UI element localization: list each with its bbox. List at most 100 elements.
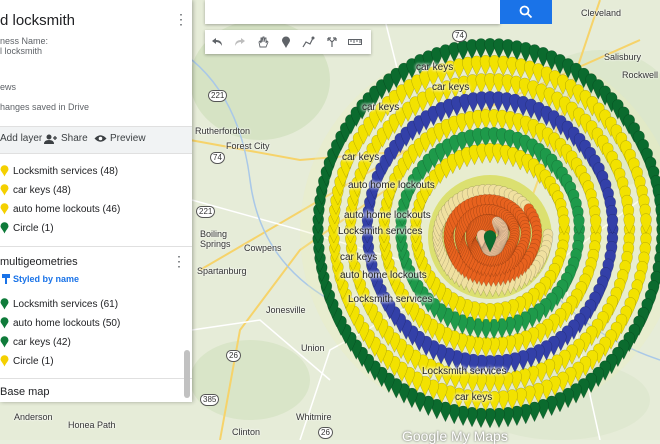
add-marker-tool[interactable] (274, 30, 297, 54)
directions-icon (326, 37, 337, 47)
marker-icon (281, 36, 290, 48)
place-label: Honea Path (68, 420, 116, 430)
marker-icon (0, 203, 9, 215)
road-shield: 221 (196, 206, 216, 218)
business-value: l locksmith (0, 46, 43, 56)
business-label: ness Name: (0, 36, 49, 46)
marker-icon (0, 222, 9, 234)
styled-by-button[interactable]: Styled by name (2, 274, 79, 284)
search-input[interactable] (205, 0, 500, 24)
road-shield: 26 (226, 350, 241, 362)
layer-item-label: car keys (42) (13, 336, 71, 348)
place-label: Whitmire (296, 412, 332, 422)
place-label: Forest City (226, 141, 270, 151)
layer-divider (0, 246, 192, 247)
layer-2-title[interactable]: multigeometries (0, 256, 78, 268)
add-layer-button[interactable]: Add layer (0, 133, 42, 144)
preview-label: Preview (110, 133, 146, 144)
marker-label: car keys (432, 82, 470, 93)
marker-icon (0, 298, 9, 310)
marker-label: Locksmith services (348, 294, 433, 305)
map-toolbar (205, 30, 371, 54)
marker-label: car keys (362, 102, 400, 113)
marker-icon (0, 336, 9, 348)
marker-label: auto home lockouts (344, 210, 431, 221)
layer-item-label: Locksmith services (48) (13, 165, 119, 177)
basemap-divider (0, 378, 192, 379)
draw-line-tool[interactable] (297, 30, 320, 54)
map-title[interactable]: d locksmith (0, 12, 75, 29)
layer-item[interactable]: Locksmith services (61) (0, 296, 118, 312)
pan-tool[interactable] (251, 30, 274, 54)
measure-tool[interactable] (343, 30, 366, 54)
share-icon (44, 134, 57, 144)
layer-item[interactable]: auto home lockouts (50) (0, 315, 120, 331)
road-shield: 74 (452, 30, 467, 42)
layer-item[interactable]: Locksmith services (48) (0, 163, 118, 179)
map-panel: d locksmith ⋮ ness Name: l locksmith ews… (0, 0, 192, 402)
marker-icon (0, 355, 9, 367)
share-label: Share (61, 133, 88, 144)
undo-icon (211, 38, 222, 46)
save-status: hanges saved in Drive (0, 102, 90, 112)
place-label: Clinton (232, 427, 261, 437)
marker-icon (0, 165, 9, 177)
base-map-toggle[interactable]: Base map (0, 386, 50, 398)
place-label: Spartanburg (197, 266, 247, 276)
views-count: ews (0, 82, 17, 92)
map-logo: Google My Maps (402, 428, 508, 444)
search-button[interactable] (500, 0, 552, 24)
layer-item-label: car keys (48) (13, 184, 71, 196)
layer-item[interactable]: car keys (42) (0, 334, 71, 350)
marker-icon (0, 184, 9, 196)
road-shield: 74 (210, 152, 225, 164)
add-layer-label: Add layer (0, 133, 43, 144)
layer-item-label: Locksmith services (61) (13, 298, 119, 310)
road-shield: 385 (200, 394, 220, 406)
paint-icon (2, 274, 10, 284)
layer-item[interactable]: Circle (1) (0, 353, 54, 369)
marker-label: car keys (455, 392, 493, 403)
place-label: Rockwell (622, 70, 659, 80)
place-label: Boiling (200, 229, 228, 239)
place-label: Jonesville (266, 305, 306, 315)
redo-icon (234, 38, 245, 46)
panel-scrollbar[interactable] (184, 350, 190, 398)
layer-item-label: auto home lockouts (50) (13, 317, 121, 329)
kebab-icon[interactable]: ⋮ (174, 12, 188, 26)
layer-item[interactable]: Circle (1) (0, 220, 54, 236)
map-marker[interactable] (502, 407, 514, 428)
place-label: Anderson (14, 412, 53, 422)
search-icon (519, 5, 533, 19)
marker-icon (0, 317, 9, 329)
place-label: Cleveland (581, 8, 622, 18)
place-label: Springs (200, 239, 231, 249)
place-label: Union (301, 343, 325, 353)
layer-item[interactable]: car keys (48) (0, 182, 71, 198)
layer-kebab-icon[interactable]: ⋮ (172, 254, 186, 268)
marker-label: car keys (340, 252, 378, 263)
marker-label: auto home lockouts (340, 270, 427, 281)
hand-icon (258, 36, 269, 48)
marker-label: auto home lockouts (348, 180, 435, 191)
draw-line-icon (302, 36, 315, 48)
undo-button[interactable] (205, 30, 228, 54)
preview-button[interactable]: Preview (94, 133, 146, 144)
map-marker[interactable] (493, 407, 505, 429)
share-button[interactable]: Share (44, 133, 88, 144)
marker-label: car keys (416, 62, 454, 73)
place-label: Cowpens (244, 243, 282, 253)
marker-label: Locksmith services (422, 366, 507, 377)
place-label: Salisbury (604, 52, 642, 62)
road-shield: 221 (208, 90, 228, 102)
road-shield: 26 (318, 427, 333, 439)
preview-icon (94, 135, 107, 142)
place-label: Rutherfordton (195, 126, 251, 136)
redo-button[interactable] (228, 30, 251, 54)
marker-label: Locksmith services (338, 226, 423, 237)
layer-item-label: Circle (1) (13, 222, 54, 234)
panel-toolbar: Add layer Share Preview (0, 126, 192, 154)
layer-item[interactable]: auto home lockouts (46) (0, 201, 120, 217)
directions-tool[interactable] (320, 30, 343, 54)
layer-item-label: auto home lockouts (46) (13, 203, 121, 215)
